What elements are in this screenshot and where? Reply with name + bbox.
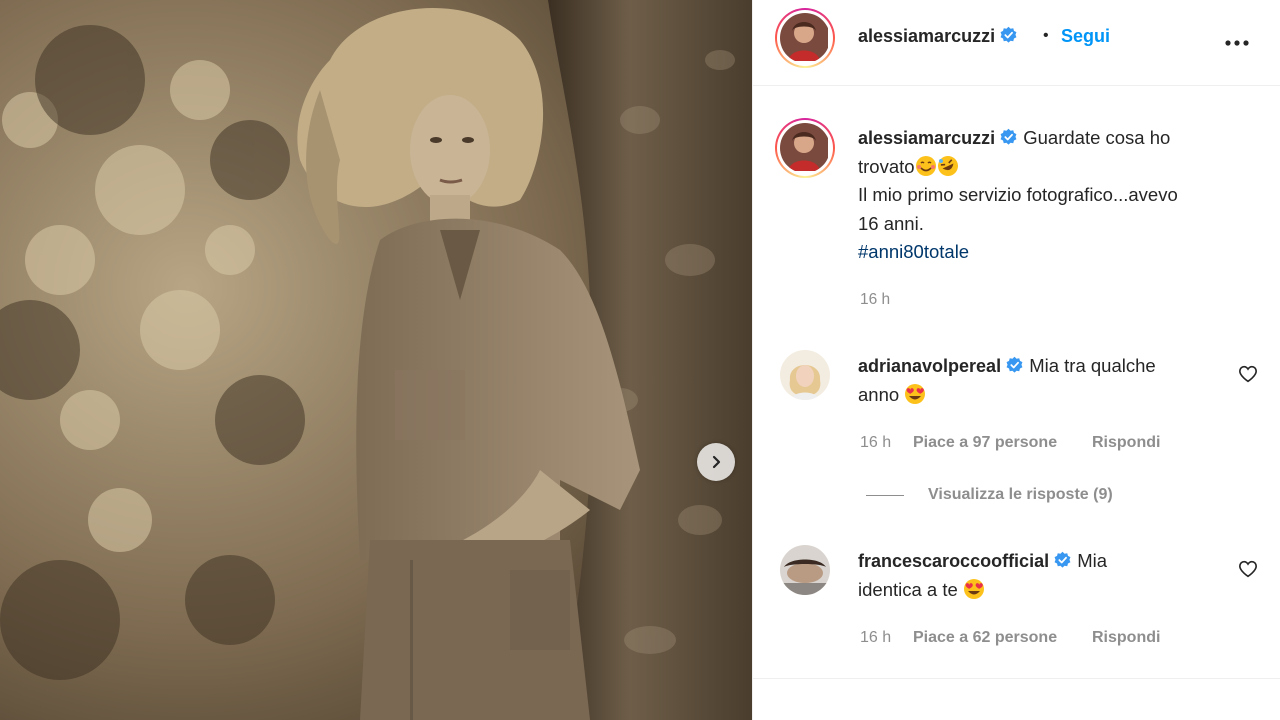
caption-avatar[interactable] bbox=[775, 118, 835, 178]
post-details-panel: alessiamarcuzzi • Segui alessiamarcuzzi … bbox=[752, 0, 1280, 720]
comment-timestamp[interactable]: 16 h bbox=[860, 434, 891, 452]
heart-outline-icon bbox=[1238, 560, 1258, 578]
post-photo bbox=[0, 0, 752, 720]
caption-avatar-image bbox=[780, 123, 828, 171]
comment-likes-count[interactable]: Piace a 62 persone bbox=[913, 629, 1057, 647]
heart-eyes-icon bbox=[905, 383, 926, 404]
smiling-face-with-hearts-icon bbox=[915, 155, 936, 176]
heart-outline-icon bbox=[1238, 365, 1258, 383]
comment-avatar[interactable] bbox=[780, 350, 830, 400]
caption-line-4: 16 anni. bbox=[858, 212, 924, 234]
post-image[interactable] bbox=[0, 0, 752, 720]
comment-reply-button[interactable]: Rispondi bbox=[1092, 434, 1160, 452]
caption-line-1: Guardate cosa ho bbox=[1023, 127, 1171, 148]
rolling-laughing-icon bbox=[937, 155, 958, 176]
chevron-right-icon bbox=[712, 455, 721, 469]
comment-text-line-2: anno bbox=[858, 383, 900, 405]
comment-text-line-1: Mia tra qualche bbox=[1029, 355, 1156, 376]
comment-username[interactable]: francescaroccoofficial bbox=[858, 551, 1049, 571]
comments-bottom-divider bbox=[752, 678, 1280, 679]
verified-badge-icon bbox=[1054, 551, 1071, 568]
comment-text-line-2: identica a te bbox=[858, 578, 958, 600]
header-separator: • bbox=[1043, 27, 1049, 44]
header-username[interactable]: alessiamarcuzzi bbox=[858, 26, 995, 46]
author-avatar[interactable] bbox=[775, 8, 835, 68]
verified-badge-icon bbox=[1000, 26, 1017, 43]
instagram-post: alessiamarcuzzi • Segui alessiamarcuzzi … bbox=[0, 0, 1280, 720]
comment-text-line-1: Mia bbox=[1077, 550, 1108, 571]
heart-eyes-icon bbox=[963, 578, 984, 599]
view-replies-label: Visualizza le risposte (9) bbox=[928, 486, 1113, 503]
caption-line-3: Il mio primo servizio fotografico...avev… bbox=[858, 184, 1178, 205]
more-horizontal-icon bbox=[1225, 40, 1249, 46]
follow-button[interactable]: Segui bbox=[1061, 26, 1110, 47]
next-image-button[interactable] bbox=[697, 443, 735, 481]
replies-divider-line bbox=[866, 494, 904, 496]
comment-item: francescaroccoofficial Mia identica a te bbox=[858, 547, 1238, 604]
author-avatar-image bbox=[780, 13, 828, 61]
caption-username[interactable]: alessiamarcuzzi bbox=[858, 128, 995, 148]
comment-item: adrianavolpereal Mia tra qualche anno bbox=[858, 352, 1238, 409]
post-caption: alessiamarcuzzi Guardate cosa ho trovato… bbox=[858, 124, 1258, 267]
comment-username[interactable]: adrianavolpereal bbox=[858, 356, 1001, 376]
verified-badge-icon bbox=[1006, 356, 1023, 373]
like-comment-button[interactable] bbox=[1238, 365, 1258, 388]
caption-timestamp[interactable]: 16 h bbox=[860, 291, 890, 309]
comment-timestamp[interactable]: 16 h bbox=[860, 629, 891, 647]
more-options-button[interactable] bbox=[1224, 34, 1250, 52]
comment-avatar[interactable] bbox=[780, 545, 830, 595]
caption-hashtag-link[interactable]: #anni80totale bbox=[858, 238, 1258, 267]
comment-avatar-image bbox=[780, 545, 830, 595]
caption-line-2: trovato bbox=[858, 155, 915, 177]
like-comment-button[interactable] bbox=[1238, 560, 1258, 583]
comment-likes-count[interactable]: Piace a 97 persone bbox=[913, 434, 1057, 452]
comment-avatar-image bbox=[780, 350, 830, 400]
view-replies-button[interactable]: Visualizza le risposte (9) bbox=[866, 486, 1113, 504]
post-header: alessiamarcuzzi • Segui bbox=[753, 0, 1280, 86]
comment-reply-button[interactable]: Rispondi bbox=[1092, 629, 1160, 647]
verified-badge-icon bbox=[1000, 128, 1017, 145]
